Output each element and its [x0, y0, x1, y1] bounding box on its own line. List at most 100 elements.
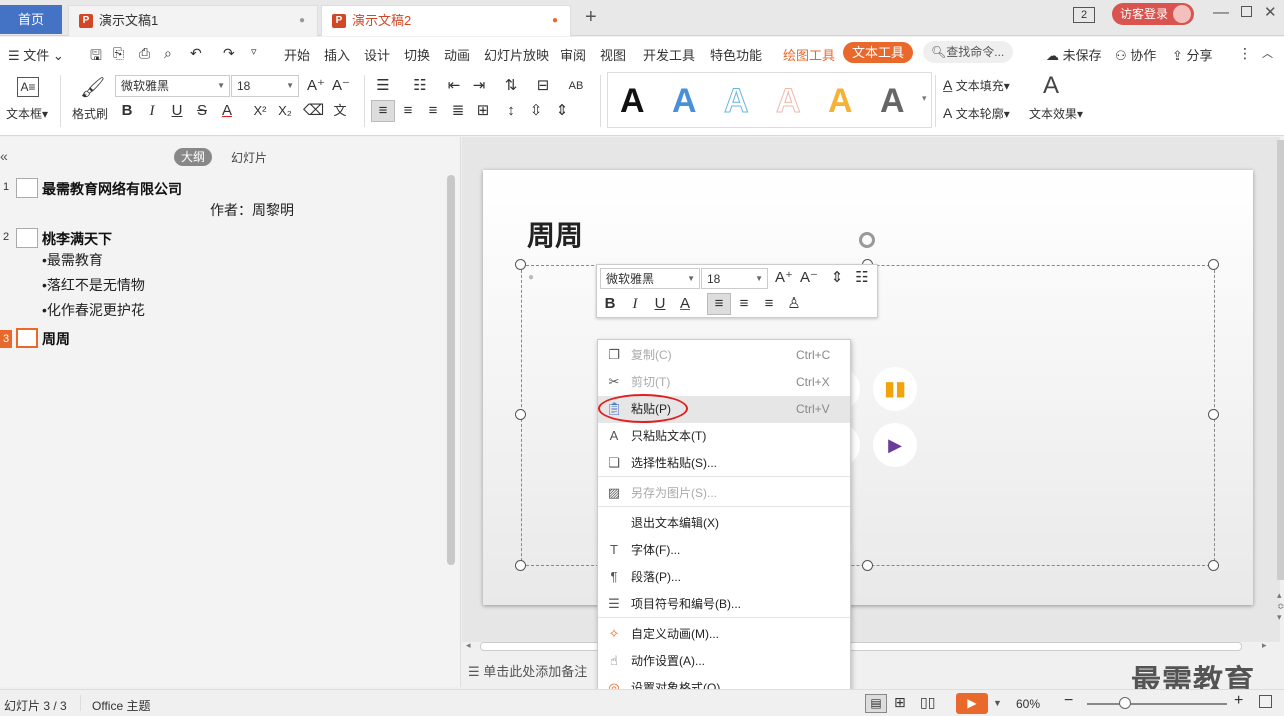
text-fill-button[interactable]: A 文本填充▾: [943, 77, 1010, 94]
font-grow-icon[interactable]: A⁺: [306, 76, 326, 96]
menu-review[interactable]: 审阅: [560, 45, 586, 64]
unsaved-button[interactable]: ☁ 未保存: [1046, 45, 1102, 64]
scroll-left-icon[interactable]: ◂: [466, 640, 471, 651]
menu-insert[interactable]: 插入: [324, 45, 350, 64]
outline-slide-title[interactable]: 周周: [42, 329, 70, 349]
minimize-icon[interactable]: —: [1213, 4, 1229, 22]
gallery-more-icon[interactable]: ▾: [922, 93, 927, 104]
clear-format-icon[interactable]: ⌫: [303, 101, 324, 121]
zoom-out-icon[interactable]: −: [1064, 692, 1073, 710]
tab-slides[interactable]: 幻灯片: [231, 149, 267, 166]
outline-scrollbar[interactable]: [447, 175, 455, 565]
art-style-6[interactable]: A: [880, 81, 905, 121]
context-menu-item[interactable]: ¶ 段落(P)...: [598, 564, 850, 591]
resize-handle[interactable]: [1208, 259, 1219, 270]
page-badge[interactable]: 2: [1073, 7, 1095, 23]
phonetic-icon[interactable]: 文: [330, 101, 350, 121]
menu-start[interactable]: 开始: [284, 45, 310, 64]
zoom-thumb[interactable]: [1119, 697, 1131, 709]
underline-icon[interactable]: U: [650, 294, 670, 314]
canvas-hscrollbar[interactable]: ◂ ▸: [466, 640, 1276, 652]
login-button[interactable]: 访客登录: [1112, 3, 1194, 25]
numbered-list-icon[interactable]: ☷: [852, 268, 872, 288]
menu-slideshow[interactable]: 幻灯片放映: [484, 45, 549, 64]
close-icon[interactable]: ✕: [1264, 3, 1277, 21]
menu-drawing-tools[interactable]: 绘图工具: [783, 45, 835, 64]
bullet-list-icon[interactable]: ☰: [373, 76, 393, 96]
italic-icon[interactable]: I: [142, 101, 162, 121]
canvas-vscrollbar[interactable]: [1277, 140, 1284, 580]
font-color-icon[interactable]: A: [675, 294, 695, 314]
context-menu-item[interactable]: A 只粘贴文本(T): [598, 423, 850, 450]
outline-slide-title[interactable]: 桃李满天下: [42, 229, 112, 249]
zoom-in-icon[interactable]: +: [1234, 692, 1243, 710]
font-shrink-icon[interactable]: A⁻: [331, 76, 351, 96]
resize-handle[interactable]: [1208, 560, 1219, 571]
menu-design[interactable]: 设计: [364, 45, 390, 64]
resize-handle[interactable]: [515, 259, 526, 270]
spacing-options-icon[interactable]: ⇕: [552, 101, 572, 121]
convert-smartart-icon[interactable]: AB: [566, 76, 586, 96]
strikethrough-icon[interactable]: S: [192, 101, 212, 121]
reading-view-icon[interactable]: ▯▯: [920, 694, 935, 711]
align-text-icon[interactable]: ⊟: [533, 76, 553, 96]
format-painter-icon[interactable]: ♙: [784, 294, 804, 314]
context-menu-item[interactable]: ✂ 剪切(T) Ctrl+X: [598, 369, 850, 396]
art-style-1[interactable]: A: [620, 81, 645, 121]
textbox-icon[interactable]: A≡: [17, 77, 39, 97]
fit-window-icon[interactable]: [1259, 695, 1272, 708]
distribute-icon[interactable]: ⊞: [473, 101, 493, 121]
mini-font-select[interactable]: 微软雅黑 ▼: [600, 268, 700, 289]
context-menu-item[interactable]: ☝ 动作设置(A)...: [598, 648, 850, 675]
notes-area[interactable]: ☰ 单击此处添加备注: [468, 661, 587, 680]
outline-bullet[interactable]: •落红不是无情物: [42, 275, 145, 295]
resize-handle[interactable]: [515, 560, 526, 571]
preview-icon[interactable]: ⌕: [164, 45, 172, 62]
menu-view[interactable]: 视图: [600, 45, 626, 64]
normal-view-icon[interactable]: ▤: [865, 694, 887, 713]
text-outline-button[interactable]: A 文本轮廓▾: [943, 105, 1010, 122]
font-select[interactable]: 微软雅黑 ▼: [115, 75, 230, 97]
rotate-handle-icon[interactable]: [859, 232, 875, 248]
maximize-icon[interactable]: [1241, 6, 1252, 17]
slide-thumb-icon[interactable]: [16, 178, 38, 198]
art-style-2[interactable]: A: [672, 81, 697, 121]
search-command[interactable]: 🔍︎查找命令...: [923, 41, 1013, 63]
para-spacing-icon[interactable]: ⇳: [526, 101, 546, 121]
insert-chart-icon[interactable]: ▮▮: [873, 367, 917, 411]
font-grow-icon[interactable]: A⁺: [774, 268, 794, 288]
share-button[interactable]: ⇪ 分享: [1172, 45, 1213, 64]
bold-icon[interactable]: B: [117, 101, 137, 121]
decrease-indent-icon[interactable]: ⇤: [444, 76, 464, 96]
format-painter-icon[interactable]: 🖌︎: [80, 75, 105, 100]
align-center-icon[interactable]: ≡: [398, 101, 418, 121]
text-effect-button[interactable]: 文本效果▾: [1029, 105, 1083, 122]
redo-icon[interactable]: ↷: [223, 45, 235, 62]
text-effect-icon[interactable]: A: [1043, 72, 1059, 100]
doc-tab-2[interactable]: P 演示文稿2 ●: [321, 5, 571, 36]
outline-slide-title[interactable]: 最需教育网络有限公司: [42, 179, 182, 199]
context-menu-item[interactable]: ▨ 另存为图片(S)...: [598, 480, 850, 507]
increase-indent-icon[interactable]: ⇥: [469, 76, 489, 96]
art-style-3[interactable]: A: [724, 81, 750, 121]
doc-tab-1[interactable]: P 演示文稿1 ●: [68, 5, 318, 36]
font-shrink-icon[interactable]: A⁻: [799, 268, 819, 288]
superscript-icon[interactable]: X²: [250, 101, 270, 121]
numbered-list-icon[interactable]: ☷: [410, 76, 430, 96]
align-center-icon[interactable]: ≡: [734, 294, 754, 314]
justify-icon[interactable]: ≣: [448, 101, 468, 121]
art-style-4[interactable]: A: [776, 81, 802, 121]
outline-bullet[interactable]: •最需教育: [42, 250, 103, 270]
text-direction-icon[interactable]: ⇅: [501, 76, 521, 96]
menu-text-tools[interactable]: 文本工具: [843, 42, 913, 63]
slide-title[interactable]: 周周: [527, 214, 583, 254]
undo-icon[interactable]: ↶: [190, 45, 202, 62]
mini-size-select[interactable]: 18 ▼: [701, 268, 768, 289]
resize-handle[interactable]: [862, 560, 873, 571]
theme-name[interactable]: Office 主题: [92, 697, 150, 714]
new-tab-button[interactable]: +: [585, 6, 597, 29]
insert-video-icon[interactable]: ▶: [873, 423, 917, 467]
line-spacing-icon[interactable]: ⇕: [827, 268, 847, 288]
collab-button[interactable]: ⚇ 协作: [1115, 45, 1156, 64]
align-right-icon[interactable]: ≡: [423, 101, 443, 121]
